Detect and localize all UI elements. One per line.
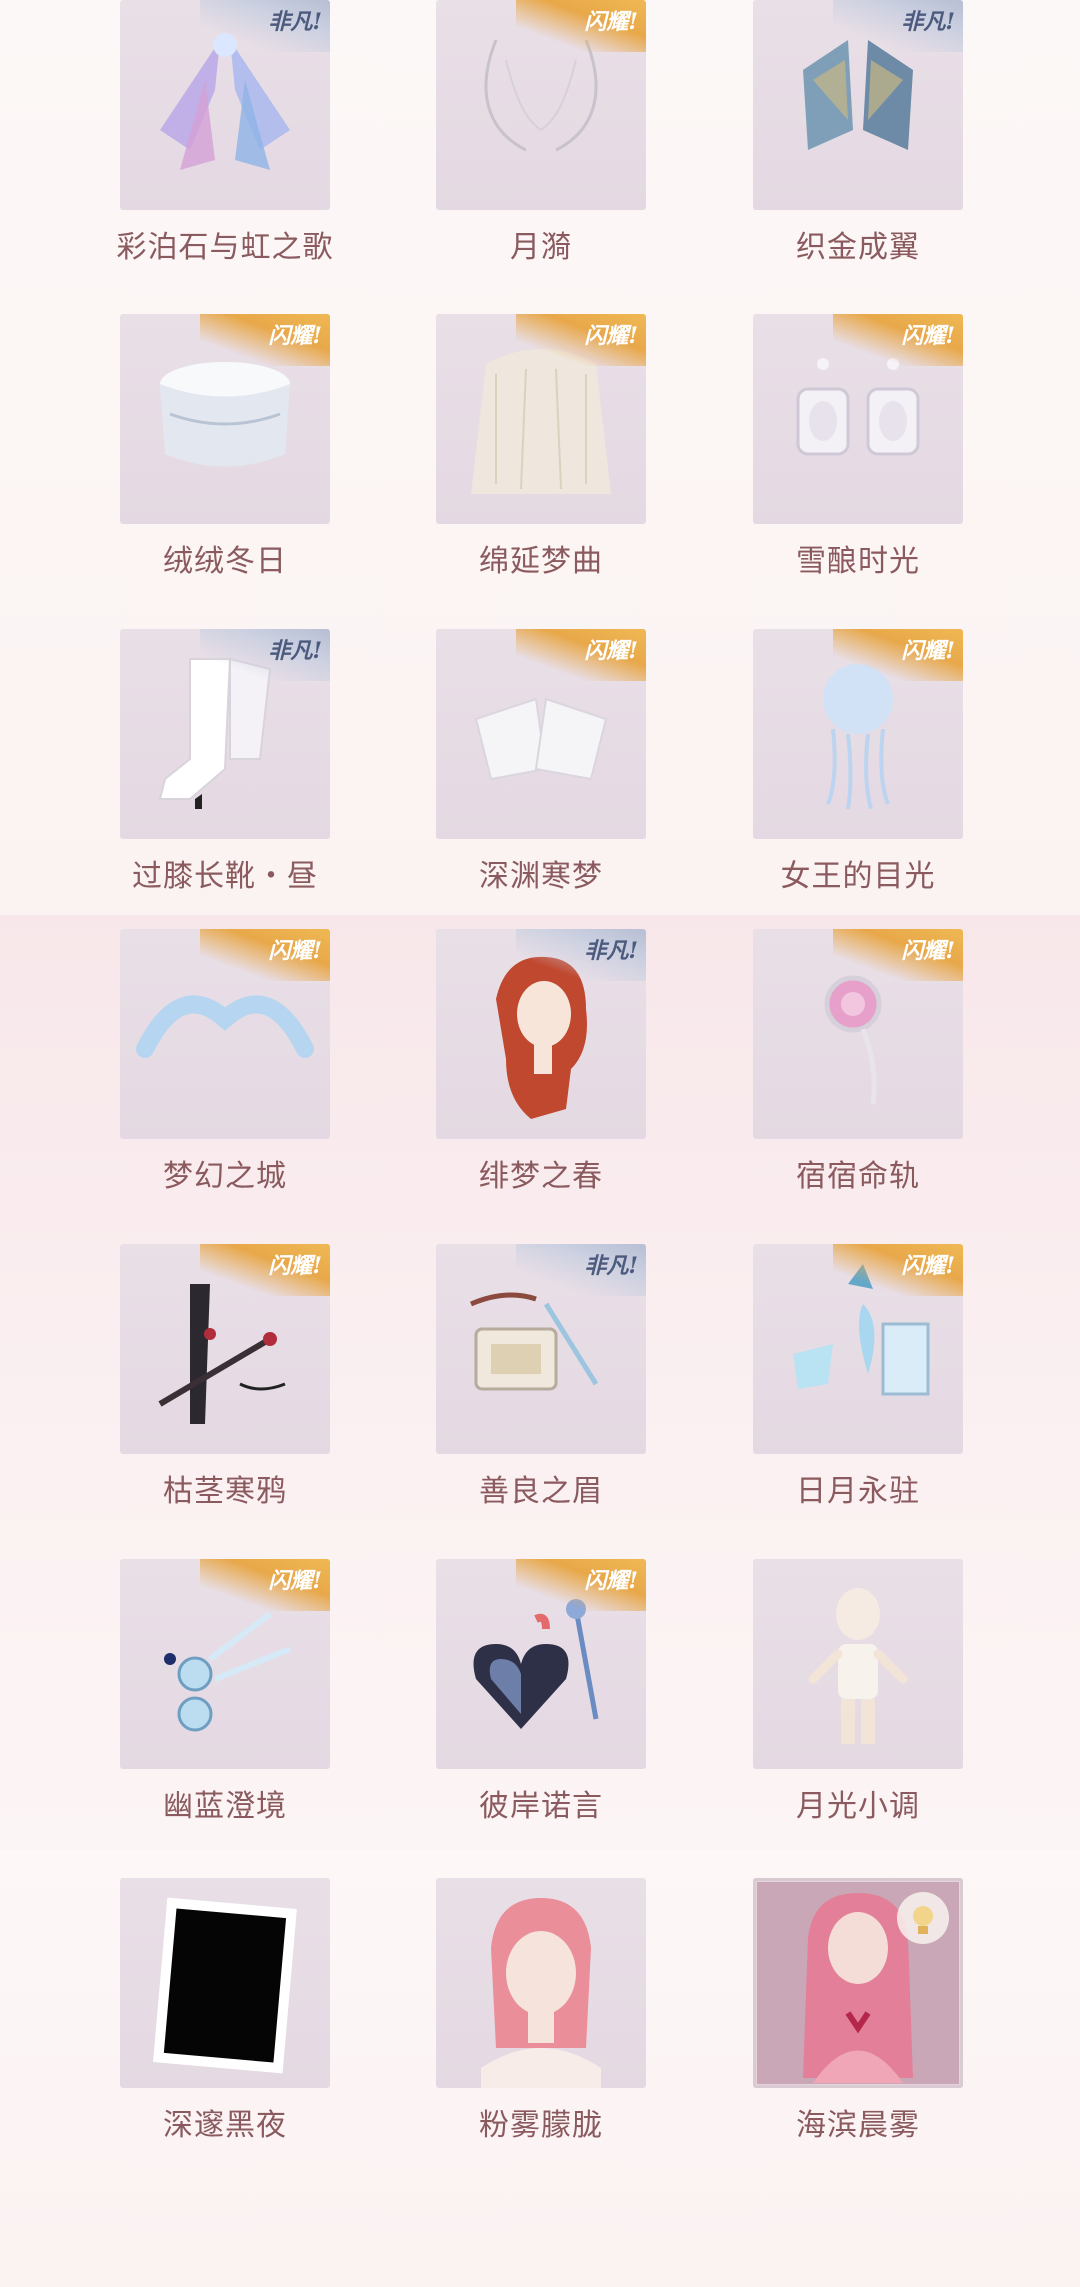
item-name: 月漪 xyxy=(510,230,572,265)
item-thumbnail xyxy=(436,1878,646,2088)
rarity-badge: 闪耀! xyxy=(516,314,646,366)
rarity-badge: 闪耀! xyxy=(516,1559,646,1611)
item-card[interactable]: 非凡! 彩泊石与虹之歌 xyxy=(117,0,333,265)
item-card[interactable]: 闪耀! 枯茎寒鸦 xyxy=(120,1244,330,1509)
rarity-badge: 闪耀! xyxy=(516,0,646,52)
item-thumbnail xyxy=(753,1559,963,1769)
item-card[interactable]: 非凡! 织金成翼 xyxy=(753,0,963,265)
item-card[interactable]: 海滨晨雾 xyxy=(753,1878,963,2143)
item-thumbnail xyxy=(120,1878,330,2088)
item-card[interactable]: 闪耀! 女王的目光 xyxy=(753,629,963,894)
item-name: 幽蓝澄境 xyxy=(163,1789,287,1824)
item-card[interactable]: 闪耀! 梦幻之城 xyxy=(120,929,330,1194)
item-name: 海滨晨雾 xyxy=(796,2108,920,2143)
item-name: 深渊寒梦 xyxy=(479,859,603,894)
rarity-badge: 非凡! xyxy=(200,0,330,52)
item-card[interactable]: 非凡! 过膝长靴・昼 xyxy=(120,629,330,894)
item-name: 深邃黑夜 xyxy=(163,2108,287,2143)
rarity-badge: 非凡! xyxy=(516,929,646,981)
item-thumbnail: 闪耀! xyxy=(120,314,330,524)
item-thumbnail: 非凡! xyxy=(120,629,330,839)
item-thumbnail: 闪耀! xyxy=(120,929,330,1139)
item-thumbnail: 闪耀! xyxy=(753,1244,963,1454)
doll-body-icon xyxy=(808,1588,908,1744)
item-name: 粉雾朦胧 xyxy=(479,2108,603,2143)
item-name: 女王的目光 xyxy=(780,859,936,894)
item-card[interactable]: 粉雾朦胧 xyxy=(436,1878,646,2143)
item-thumbnail: 非凡! xyxy=(436,1244,646,1454)
item-thumbnail: 非凡! xyxy=(120,0,330,210)
item-name: 彩泊石与虹之歌 xyxy=(116,230,334,265)
item-thumbnail: 闪耀! xyxy=(120,1559,330,1769)
item-name: 过膝长靴・昼 xyxy=(132,859,318,894)
item-name: 雪酿时光 xyxy=(796,544,920,579)
item-card[interactable]: 闪耀! 深渊寒梦 xyxy=(436,629,646,894)
rarity-badge: 闪耀! xyxy=(200,314,330,366)
item-card[interactable]: 闪耀! 幽蓝澄境 xyxy=(120,1559,330,1824)
item-name: 梦幻之城 xyxy=(163,1159,287,1194)
item-name: 绯梦之春 xyxy=(479,1159,603,1194)
item-name: 日月永驻 xyxy=(796,1474,920,1509)
item-name: 宿宿命轨 xyxy=(796,1159,920,1194)
item-thumbnail: 闪耀! xyxy=(436,629,646,839)
item-thumbnail: 闪耀! xyxy=(120,1244,330,1454)
item-card[interactable]: 闪耀! 宿宿命轨 xyxy=(753,929,963,1194)
rarity-badge: 非凡! xyxy=(200,629,330,681)
item-card[interactable]: 闪耀! 月漪 xyxy=(436,0,646,265)
pink-hair-face-icon xyxy=(481,1898,601,2088)
rarity-badge: 闪耀! xyxy=(833,629,963,681)
item-thumbnail: 非凡! xyxy=(436,929,646,1139)
item-name: 绒绒冬日 xyxy=(163,544,287,579)
item-name: 月光小调 xyxy=(796,1789,920,1824)
item-name: 织金成翼 xyxy=(796,230,920,265)
rarity-badge: 闪耀! xyxy=(200,929,330,981)
rarity-badge: 闪耀! xyxy=(200,1559,330,1611)
rarity-badge: 闪耀! xyxy=(516,629,646,681)
item-name: 善良之眉 xyxy=(479,1474,603,1509)
item-card[interactable]: 月光小调 xyxy=(753,1559,963,1824)
item-thumbnail: 闪耀! xyxy=(436,0,646,210)
rarity-badge: 非凡! xyxy=(833,0,963,52)
item-thumbnail: 闪耀! xyxy=(436,1559,646,1769)
rarity-badge: 非凡! xyxy=(516,1244,646,1296)
rarity-badge: 闪耀! xyxy=(833,929,963,981)
item-thumbnail: 闪耀! xyxy=(753,929,963,1139)
black-frame-icon xyxy=(153,1897,297,2074)
item-thumbnail: 闪耀! xyxy=(753,314,963,524)
photo-portrait-icon xyxy=(757,1882,959,2084)
item-card[interactable]: 闪耀! 彼岸诺言 xyxy=(436,1559,646,1824)
rarity-badge: 闪耀! xyxy=(200,1244,330,1296)
item-card[interactable]: 闪耀! 日月永驻 xyxy=(753,1244,963,1509)
item-card[interactable]: 闪耀! 绒绒冬日 xyxy=(120,314,330,579)
item-name: 枯茎寒鸦 xyxy=(163,1474,287,1509)
item-card[interactable]: 闪耀! 雪酿时光 xyxy=(753,314,963,579)
rarity-badge: 闪耀! xyxy=(833,1244,963,1296)
item-thumbnail: 非凡! xyxy=(753,0,963,210)
item-name: 彼岸诺言 xyxy=(479,1789,603,1824)
rarity-badge: 闪耀! xyxy=(833,314,963,366)
item-grid: 非凡! 彩泊石与虹之歌 闪耀! 月漪 非凡! 织金成翼 闪耀! 绒绒冬日 闪耀!… xyxy=(0,0,1080,2287)
item-thumbnail xyxy=(753,1878,963,2088)
item-card[interactable]: 深邃黑夜 xyxy=(120,1878,330,2143)
item-card[interactable]: 非凡! 绯梦之春 xyxy=(436,929,646,1194)
item-thumbnail: 闪耀! xyxy=(753,629,963,839)
item-thumbnail: 闪耀! xyxy=(436,314,646,524)
item-card[interactable]: 非凡! 善良之眉 xyxy=(436,1244,646,1509)
item-name: 绵延梦曲 xyxy=(479,544,603,579)
item-card[interactable]: 闪耀! 绵延梦曲 xyxy=(436,314,646,579)
